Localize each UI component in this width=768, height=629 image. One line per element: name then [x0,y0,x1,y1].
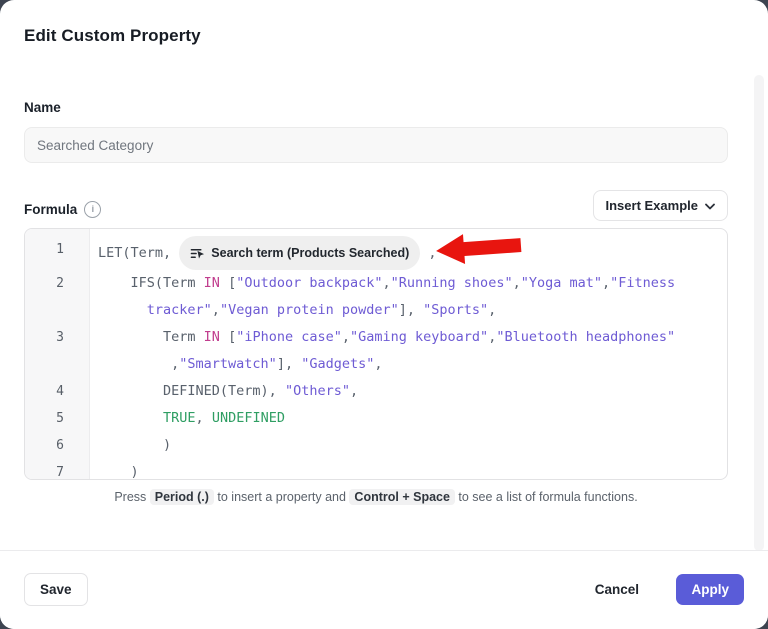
code-segment: ], [277,356,301,372]
modal-footer: Save Cancel Apply [0,550,768,629]
code-segment: , [513,275,521,291]
code-segment [98,410,163,426]
code-content: LET(Term, Search term (Products Searched… [89,236,437,270]
line-number: 2 [25,270,89,297]
code-segment: DEFINED(Term), [98,383,285,399]
code-segment: ) [98,464,139,480]
code-segment: "Sports" [423,302,488,318]
code-segment: "Running shoes" [391,275,513,291]
page-title: Edit Custom Property [24,26,201,46]
code-segment: "Bluetooth headphones" [496,329,675,345]
code-segment: , [212,302,220,318]
code-line: 3 Term IN ["iPhone case","Gaming keyboar… [25,324,727,378]
code-segment: , [488,302,496,318]
save-button[interactable]: Save [24,573,88,606]
code-segment: "Outdoor backpack" [236,275,382,291]
code-line: 4 DEFINED(Term), "Others", [25,378,727,405]
code-segment: LET(Term, [98,245,179,261]
insert-example-button[interactable]: Insert Example [593,190,729,221]
code-lines: 1LET(Term, Search term (Products Searche… [25,229,727,480]
insert-example-label: Insert Example [606,198,699,213]
property-token-icon [190,246,205,261]
info-icon[interactable]: i [84,201,101,218]
line-number: 6 [25,432,89,459]
code-content: ) [89,459,139,480]
code-segment: IFS(Term [98,275,204,291]
formula-editor[interactable]: 1LET(Term, Search term (Products Searche… [24,228,728,480]
kbd-control-space: Control + Space [349,489,455,505]
code-segment: ) [98,437,171,453]
code-line: 7 ) [25,459,727,480]
code-segment: "Gadgets" [301,356,374,372]
apply-button[interactable]: Apply [676,574,744,605]
code-line: 5 TRUE, UNDEFINED [25,405,727,432]
code-content: TRUE, UNDEFINED [89,405,285,432]
code-content: ) [89,432,171,459]
code-segment: [ [220,329,236,345]
code-segment: "Vegan protein powder" [220,302,399,318]
code-segment: , [350,383,358,399]
code-segment: "Gaming keyboard" [350,329,488,345]
editor-hint: Press Period (.) to insert a property an… [24,490,728,504]
name-input[interactable] [24,127,728,163]
hint-text: to insert a property and [214,490,350,504]
line-number: 4 [25,378,89,405]
chevron-down-icon [705,198,715,213]
code-segment: , [196,410,212,426]
hint-text: Press [114,490,149,504]
code-segment: Term [98,329,204,345]
code-segment: IN [204,329,220,345]
hint-text: to see a list of formula functions. [455,490,638,504]
line-number: 5 [25,405,89,432]
edit-custom-property-modal: Edit Custom Property Name Formula i Inse… [0,0,768,629]
code-segment: "Smartwatch" [179,356,277,372]
code-segment: "Others" [285,383,350,399]
code-segment: UNDEFINED [212,410,285,426]
code-segment: "Yoga mat" [521,275,602,291]
formula-label: Formula [24,202,77,217]
code-segment: ], [399,302,423,318]
code-line: 2 IFS(Term IN ["Outdoor backpack","Runni… [25,270,727,324]
code-segment: TRUE [163,410,196,426]
code-line: 6 ) [25,432,727,459]
line-number: 3 [25,324,89,351]
code-content: Term IN ["iPhone case","Gaming keyboard"… [89,324,675,378]
property-token[interactable]: Search term (Products Searched) [179,236,420,270]
formula-header-row: Formula i Insert Example [24,190,728,222]
code-segment: "iPhone case" [236,329,342,345]
code-segment: IN [204,275,220,291]
code-segment: , [420,245,436,261]
scrollbar[interactable] [754,75,764,551]
code-line: 1LET(Term, Search term (Products Searche… [25,236,727,270]
code-segment: , [383,275,391,291]
code-content: IFS(Term IN ["Outdoor backpack","Running… [89,270,675,324]
code-content: DEFINED(Term), "Others", [89,378,358,405]
cancel-button[interactable]: Cancel [591,573,643,606]
code-segment: [ [220,275,236,291]
kbd-period: Period (.) [150,489,214,505]
line-number: 7 [25,459,89,480]
property-token-label: Search term (Products Searched) [211,239,409,267]
code-segment: , [602,275,610,291]
name-label: Name [24,100,61,115]
code-segment: , [342,329,350,345]
code-segment: , [374,356,382,372]
line-number: 1 [25,236,89,263]
code-segment: , [98,356,179,372]
